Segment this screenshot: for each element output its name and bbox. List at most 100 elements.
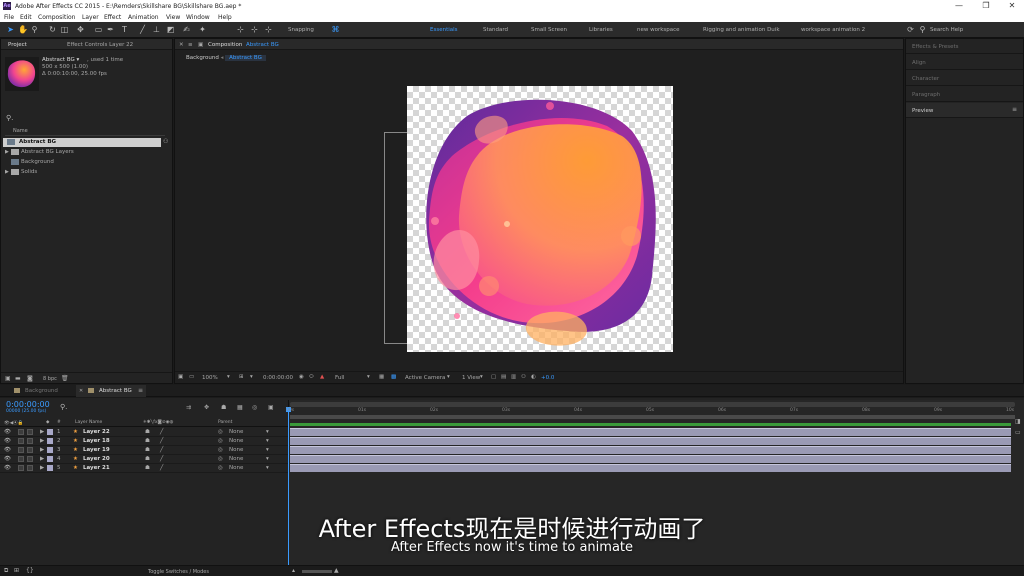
menu-window[interactable]: Window (186, 14, 210, 21)
label-color-swatch[interactable] (47, 465, 53, 471)
puppet-pin-tool-icon[interactable]: ✦ (198, 25, 207, 34)
menu-help[interactable]: Help (218, 14, 232, 21)
shy-switch-icon[interactable]: ☗ (145, 438, 150, 444)
draft-3d-icon[interactable]: ✥ (204, 404, 209, 411)
composition-canvas[interactable] (407, 86, 673, 352)
keyframe-nav-icon[interactable]: ▭ (1015, 429, 1021, 436)
layer-duration-bar[interactable] (290, 446, 1011, 454)
parent-dropdown[interactable]: None (229, 447, 243, 453)
workspace-new[interactable]: new workspace (637, 27, 680, 33)
comp-mini-flowchart-icon[interactable]: ⇉ (186, 404, 191, 411)
camera-tool-icon[interactable]: ◫ (60, 25, 69, 34)
rotate-tool-icon[interactable]: ↻ (48, 25, 57, 34)
menu-animation[interactable]: Animation (128, 14, 159, 21)
menu-composition[interactable]: Composition (38, 14, 75, 21)
eraser-tool-icon[interactable]: ◩ (166, 25, 175, 34)
menu-view[interactable]: View (166, 14, 180, 21)
layer-duration-bar[interactable] (290, 428, 1011, 436)
pickwhip-icon[interactable]: ◎ (218, 438, 223, 444)
pan-behind-tool-icon[interactable]: ✥ (76, 25, 85, 34)
breadcrumb-background[interactable]: Background (186, 55, 219, 61)
chevron-down-icon[interactable]: ▾ (266, 429, 269, 435)
layer-row[interactable]: 👁 ▶ 4 ★ Layer 20 ☗ ╱ ◎ None ▾ (0, 455, 288, 464)
zoom-out-icon[interactable]: ▴ (292, 567, 295, 574)
zoom-tool-icon[interactable]: ⚲ (30, 25, 39, 34)
toggle-switches-modes[interactable]: Toggle Switches / Modes (148, 569, 209, 575)
grid-icon[interactable]: ⊞ (239, 374, 244, 380)
panel-menu-icon[interactable]: ≡ (1012, 106, 1017, 113)
layer-name[interactable]: Layer 18 (83, 438, 110, 444)
parent-dropdown[interactable]: None (229, 429, 243, 435)
trash-icon[interactable]: 🗑 (61, 375, 69, 382)
shy-switch-icon[interactable]: ☗ (145, 447, 150, 453)
project-search-icon[interactable]: ⚲. (6, 114, 13, 122)
quality-switch-icon[interactable]: ╱ (160, 438, 163, 444)
comp-button-icon[interactable]: ◨ (1015, 418, 1021, 425)
roto-brush-tool-icon[interactable]: ✍ (182, 25, 191, 34)
preview-panel[interactable]: Preview (906, 103, 1023, 118)
expand-arrow-icon[interactable]: ▶ (40, 429, 44, 435)
layer-duration-bar[interactable] (290, 464, 1011, 472)
chevron-down-icon[interactable]: ▾ (266, 438, 269, 444)
chevron-down-icon[interactable]: ▾ (447, 374, 450, 380)
rectangle-tool-icon[interactable]: ▭ (94, 25, 103, 34)
layer-name[interactable]: Layer 21 (83, 465, 110, 471)
parent-dropdown[interactable]: None (229, 465, 243, 471)
zoom-in-icon[interactable]: ▲ (334, 567, 339, 574)
chevron-down-icon[interactable]: ▾ (266, 447, 269, 453)
workspace-small-screen[interactable]: Small Screen (531, 27, 567, 33)
label-color-swatch[interactable] (47, 456, 53, 462)
lock-toggle[interactable] (27, 438, 33, 444)
shy-switch-icon[interactable]: ☗ (145, 429, 150, 435)
layer-row[interactable]: 👁 ▶ 3 ★ Layer 19 ☗ ╱ ◎ None ▾ (0, 446, 288, 455)
interpret-footage-icon[interactable]: ▣ (5, 375, 11, 382)
quality-switch-icon[interactable]: ╱ (160, 447, 163, 453)
layer-name-header[interactable]: Layer Name (75, 420, 102, 425)
pickwhip-icon[interactable]: ◎ (218, 447, 223, 453)
quality-switch-icon[interactable]: ╱ (160, 429, 163, 435)
zoom-dropdown[interactable]: 100% (202, 375, 218, 381)
menu-edit[interactable]: Edit (20, 14, 32, 21)
color-channel-icon[interactable]: ▲ (320, 374, 324, 380)
expand-arrow-icon[interactable]: ▶ (5, 149, 9, 155)
minimize-button[interactable]: — (950, 1, 968, 11)
expand-arrow-icon[interactable]: ▶ (40, 456, 44, 462)
paragraph-panel[interactable]: Paragraph (906, 87, 1023, 102)
graph-editor-icon[interactable]: ▣ (268, 404, 274, 411)
flowchart-icon[interactable]: ⚇ (163, 138, 168, 145)
layer-search-icon[interactable]: ⚲. (60, 403, 67, 411)
maximize-button[interactable]: ❐ (977, 1, 995, 11)
safe-zones-icon[interactable]: ▾ (250, 374, 253, 380)
label-color-swatch[interactable] (47, 429, 53, 435)
lock-icon[interactable]: ≡ (188, 42, 193, 48)
transparency-grid-icon[interactable]: ▩ (391, 374, 396, 380)
layer-duration-bar[interactable] (290, 437, 1011, 445)
project-item-background[interactable]: Background (3, 158, 161, 167)
lock-toggle[interactable] (27, 429, 33, 435)
workspace-standard[interactable]: Standard (483, 27, 508, 33)
layer-duration-bar[interactable] (290, 455, 1011, 463)
resolution-dropdown[interactable]: Full (335, 375, 344, 381)
pickwhip-icon[interactable]: ◎ (218, 456, 223, 462)
brush-tool-icon[interactable]: ╱ (138, 25, 147, 34)
camera-dropdown[interactable]: Active Camera (405, 375, 445, 381)
comp-timecode[interactable]: 0:00:00:00 (263, 375, 293, 381)
menu-file[interactable]: File (4, 14, 14, 21)
close-tab-icon[interactable]: ✕ (179, 42, 184, 48)
eye-icon[interactable]: 👁 (4, 465, 11, 471)
parent-dropdown[interactable]: None (229, 456, 243, 462)
time-navigator[interactable] (290, 402, 1015, 407)
layer-switches-icon[interactable]: ⧉ (4, 567, 8, 575)
tab-project[interactable]: Project (8, 42, 27, 48)
bpc-label[interactable]: 8 bpc (43, 376, 57, 382)
quality-switch-icon[interactable]: ╱ (160, 456, 163, 462)
lock-toggle[interactable] (27, 456, 33, 462)
tab-effect-controls[interactable]: Effect Controls Layer 22 (67, 42, 133, 48)
pixel-aspect-icon[interactable]: ▢ (491, 374, 496, 380)
label-color-swatch[interactable] (47, 447, 53, 453)
show-snapshot-icon[interactable]: ⬭ (309, 374, 314, 381)
chevron-down-icon[interactable]: ▾ (266, 465, 269, 471)
layer-name[interactable]: Layer 19 (83, 447, 110, 453)
sync-icon[interactable]: ⟳ (906, 25, 915, 34)
chevron-down-icon[interactable]: ▾ (266, 456, 269, 462)
